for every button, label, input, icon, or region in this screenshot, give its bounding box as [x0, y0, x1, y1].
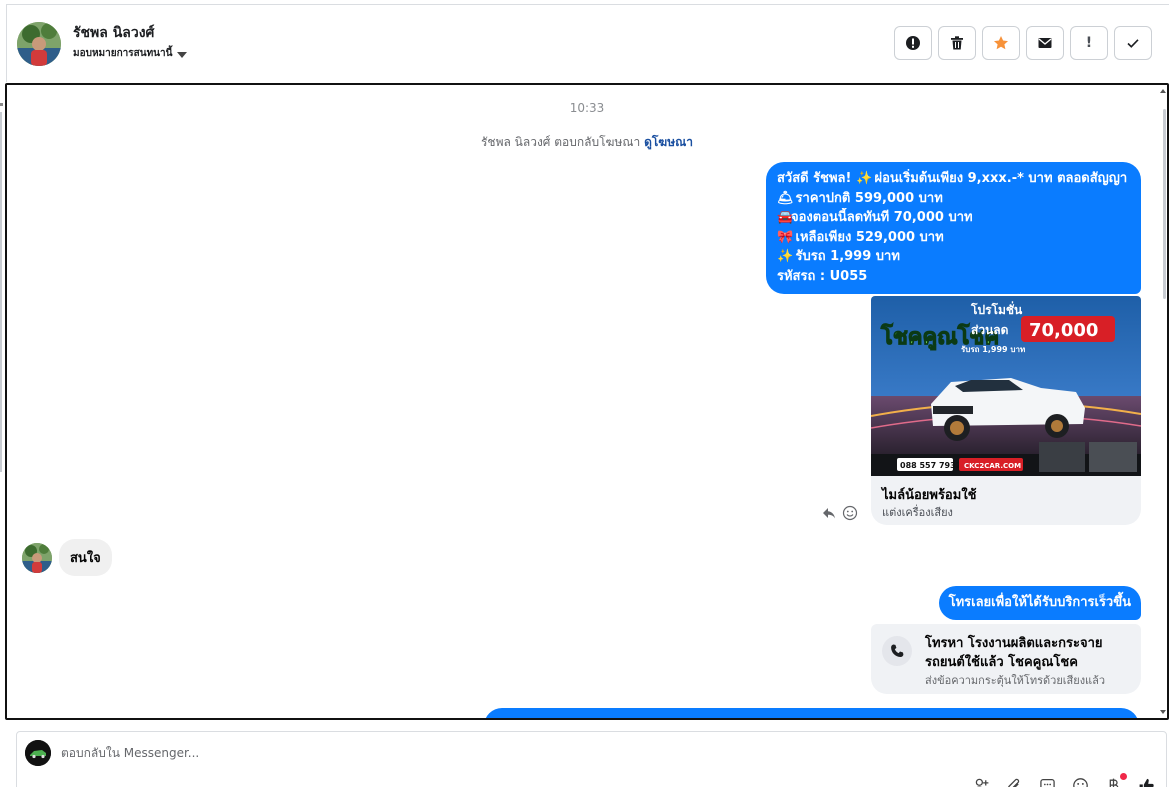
trash-icon	[951, 36, 963, 50]
scroll-down-arrow-icon[interactable]	[1160, 710, 1166, 714]
saved-replies-button[interactable]	[1038, 776, 1057, 787]
thread-scrollbar[interactable]	[1160, 85, 1167, 718]
star-icon	[994, 36, 1008, 50]
message-line: 🛎 ราคาปกติ 599,000 บาท	[777, 189, 1130, 209]
ad-reply-notice: รัชพล นิลวงศ์ ตอบกลับโฆษณา ดูโฆษณา	[7, 133, 1167, 152]
notification-dot	[1120, 773, 1127, 780]
sender-avatar[interactable]	[22, 543, 52, 573]
sparkles-icon: ✨	[855, 171, 873, 186]
assign-label: มอบหมายการสนทนานี้	[73, 48, 173, 59]
check-icon	[1127, 39, 1139, 48]
ad-image-discount-label: ส่วนลด	[971, 323, 1009, 337]
composer-toolbar	[972, 773, 1156, 787]
message-actions	[821, 505, 858, 521]
message-line: สวัสดี รัชพล! ✨ ผ่อนเริ่มต้นเพียง 9,xxx.…	[777, 169, 1130, 189]
left-edge-marker	[0, 103, 3, 106]
thumbs-up-icon	[1139, 778, 1154, 787]
ad-image-website: CKC2CAR.COM	[964, 462, 1021, 470]
paperclip-icon	[1008, 778, 1020, 787]
caret-down-icon	[177, 51, 188, 58]
message-line: รหัสรถ : U055	[777, 268, 868, 284]
contact-avatar[interactable]	[17, 22, 61, 66]
scroll-up-arrow-icon[interactable]	[1160, 89, 1166, 93]
contact-name[interactable]: รัชพล นิลวงศ์	[73, 22, 154, 44]
mail-icon	[1038, 38, 1052, 48]
ad-reply-text: รัชพล นิลวงศ์ ตอบกลับโฆษณา	[480, 135, 641, 149]
message-thread[interactable]: 10:33 รัชพล นิลวงศ์ ตอบกลับโฆษณา ดูโฆษณา…	[5, 83, 1169, 720]
incoming-message[interactable]: สนใจ	[59, 539, 112, 576]
mark-unread-button[interactable]	[1026, 26, 1064, 60]
message-line: 🎀 เหลือเพียง 529,000 บาท	[777, 228, 1130, 248]
call-prompt-card[interactable]: โทรหา โรงงานผลิตและกระจายรถยนต์ใช้แล้ว โ…	[871, 624, 1141, 694]
reply-icon[interactable]	[821, 505, 837, 521]
conversation-actions: !	[894, 26, 1152, 60]
ad-card[interactable]: โชคคูณโชค โปรโมชั่น ส่วนลด 70,000 รับรถ …	[871, 296, 1141, 525]
emoji-button[interactable]	[1071, 776, 1090, 787]
assign-conversation-dropdown[interactable]: มอบหมายการสนทนานี้	[73, 46, 188, 61]
ad-image-promo: โปรโมชั่น	[970, 301, 1023, 317]
page-avatar	[25, 740, 51, 766]
spam-button[interactable]	[894, 26, 932, 60]
outgoing-message[interactable]: โทรเลยเพื่อให้ได้รับบริการเร็วขึ้น	[938, 586, 1141, 620]
left-scrollbar[interactable]	[0, 112, 2, 472]
ribbon-icon: 🎀	[777, 229, 794, 245]
ad-image-phone: 088 557 7932	[900, 461, 961, 470]
outgoing-message[interactable]: สวัสดี รัชพล! ✨ ผ่อนเริ่มต้นเพียง 9,xxx.…	[766, 162, 1141, 294]
message-line: 🚘จองตอนนี้ลดทันที 70,000 บาท	[777, 208, 1130, 228]
car-icon: 🚘	[777, 210, 794, 225]
conversation-header: รัชพล นิลวงศ์ มอบหมายการสนทนานี้ !	[6, 4, 1169, 82]
add-contact-button[interactable]	[972, 776, 991, 787]
mark-done-button[interactable]	[1114, 26, 1152, 60]
phone-button[interactable]	[882, 636, 912, 666]
star-button[interactable]	[982, 26, 1020, 60]
attach-button[interactable]	[1005, 776, 1024, 787]
message-line: ✨ รับรถ 1,999 บาท	[777, 247, 1130, 267]
add-person-icon	[975, 778, 989, 787]
chat-bubble-icon	[1040, 779, 1055, 787]
call-card-subtitle: ส่งข้อความกระตุ้นให้โทรด้วยเสียงแล้ว	[925, 674, 1106, 687]
phone-icon	[891, 644, 904, 658]
ad-image-discount-value: 70,000	[1029, 320, 1098, 341]
baht-icon	[1109, 778, 1119, 787]
ad-card-image[interactable]: โชคคูณโชค โปรโมชั่น ส่วนลด 70,000 รับรถ …	[871, 296, 1141, 476]
emoji-reaction-icon[interactable]	[842, 505, 858, 521]
message-timestamp: 10:33	[569, 101, 605, 115]
like-button[interactable]	[1137, 776, 1156, 787]
payment-button[interactable]	[1104, 773, 1127, 787]
ad-card-title: ไมล์น้อยพร้อมใช้	[882, 488, 977, 503]
sparkles-icon: ✨	[777, 249, 794, 264]
delete-button[interactable]	[938, 26, 976, 60]
view-ad-link[interactable]: ดูโฆษณา	[644, 135, 693, 149]
ad-image-pickup: รับรถ 1,999 บาท	[961, 345, 1025, 354]
inbox-conversation-view: รัชพล นิลวงศ์ มอบหมายการสนทนานี้ ! 10:33…	[0, 0, 1169, 787]
important-icon: !	[1085, 35, 1093, 51]
emoji-icon	[1073, 778, 1088, 787]
call-card-title: โทรหา โรงงานผลิตและกระจายรถยนต์ใช้แล้ว โ…	[925, 636, 1103, 670]
spam-icon	[906, 36, 920, 50]
message-composer	[16, 731, 1167, 787]
outgoing-message-partial[interactable]	[484, 708, 1139, 718]
reply-input[interactable]	[61, 746, 761, 760]
mark-important-button[interactable]: !	[1070, 26, 1108, 60]
bell-icon: 🛎	[777, 190, 794, 206]
ad-card-subtitle: แต่งเครื่องเสียง	[882, 506, 953, 519]
